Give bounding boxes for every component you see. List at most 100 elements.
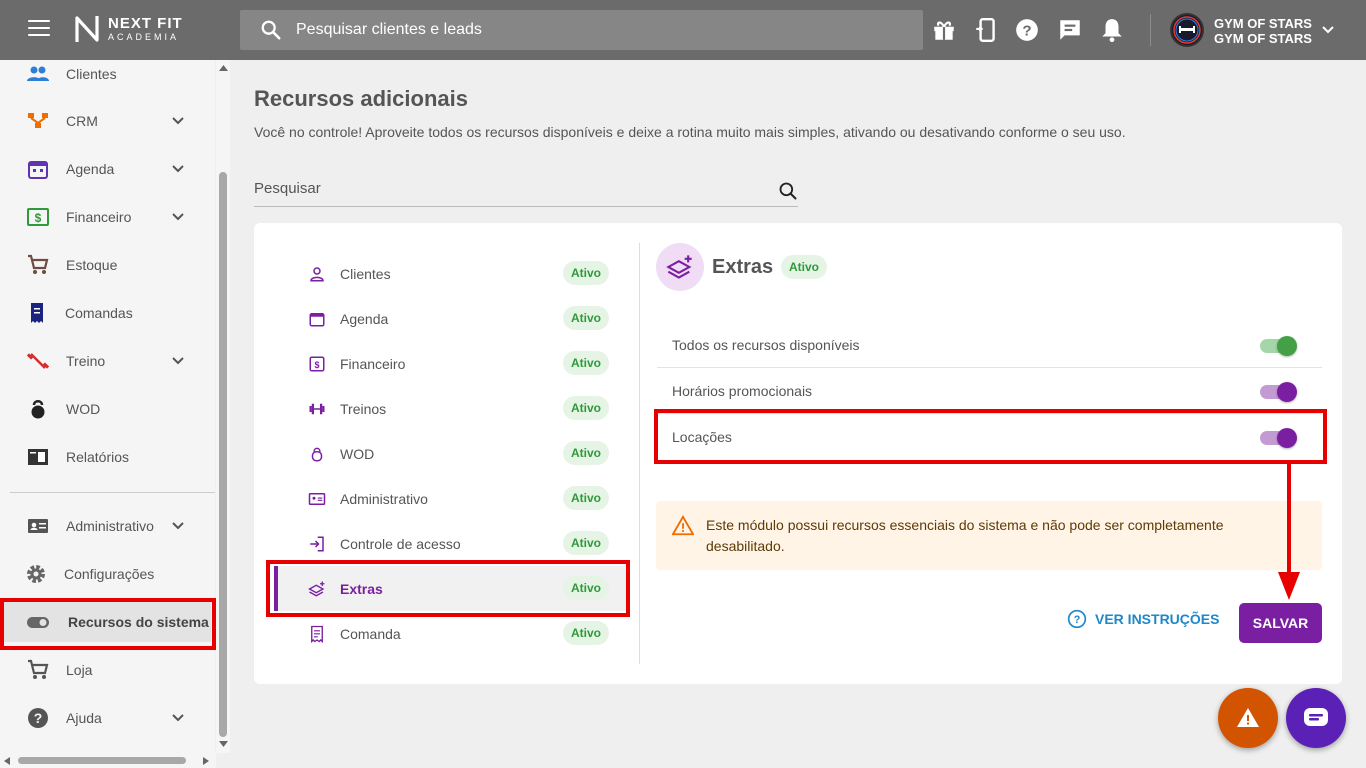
chevron-down-icon[interactable] bbox=[1320, 22, 1336, 38]
search-icon[interactable] bbox=[778, 181, 798, 201]
sidebar-item-administrativo[interactable]: Administrativo bbox=[0, 506, 215, 546]
chat-icon[interactable] bbox=[1057, 17, 1083, 43]
warning-icon bbox=[1237, 708, 1259, 727]
sidebar-item-agenda[interactable]: Agenda bbox=[0, 149, 215, 189]
chevron-down-icon[interactable] bbox=[170, 113, 186, 129]
sidebar-item-relatorios[interactable]: Relatórios bbox=[0, 437, 215, 477]
module-item-wod[interactable]: WOD Ativo bbox=[274, 431, 626, 476]
chevron-down-icon[interactable] bbox=[170, 353, 186, 369]
module-item-agenda[interactable]: Agenda Ativo bbox=[274, 296, 626, 341]
module-item-controle-de-acesso[interactable]: Controle de acesso Ativo bbox=[274, 521, 626, 566]
view-instructions-button[interactable]: ? VER INSTRUÇÕES bbox=[1067, 609, 1219, 629]
sidebar-item-financeiro[interactable]: $ Financeiro bbox=[0, 197, 215, 237]
sidebar: Clientes CRM Agenda $ Financeiro Estoque… bbox=[0, 60, 215, 768]
receipt-icon bbox=[311, 625, 323, 643]
sidebar-item-label: Configurações bbox=[64, 566, 155, 582]
scrollbar-thumb[interactable] bbox=[18, 757, 186, 764]
status-badge: Ativo bbox=[563, 306, 609, 330]
sidebar-vertical-scrollbar[interactable] bbox=[216, 60, 230, 753]
global-search[interactable] bbox=[240, 10, 923, 50]
sidebar-item-label: Financeiro bbox=[66, 209, 132, 225]
sidebar-item-crm[interactable]: CRM bbox=[0, 101, 215, 141]
sidebar-item-estoque[interactable]: Estoque bbox=[0, 245, 215, 285]
svg-text:?: ? bbox=[1022, 22, 1031, 39]
chevron-down-icon[interactable] bbox=[170, 710, 186, 726]
module-label: Financeiro bbox=[340, 355, 406, 372]
sidebar-item-recursos-do-sistema[interactable]: Recursos do sistema bbox=[4, 602, 211, 642]
gift-icon[interactable] bbox=[931, 17, 957, 43]
feature-label: Horários promocionais bbox=[672, 383, 813, 399]
sidebar-item-configuracoes[interactable]: Configurações bbox=[0, 554, 215, 594]
sidebar-item-label: WOD bbox=[66, 401, 101, 417]
scroll-up-icon[interactable] bbox=[219, 64, 228, 71]
feature-row-locacoes: Locações bbox=[657, 414, 1322, 460]
sidebar-item-wod[interactable]: WOD bbox=[0, 389, 215, 429]
gym-logo-icon bbox=[1173, 16, 1201, 44]
module-item-financeiro[interactable]: $ Financeiro Ativo bbox=[274, 341, 626, 386]
save-button[interactable]: SALVAR bbox=[1239, 603, 1322, 643]
gym-name-line2: GYM OF STARS bbox=[1214, 31, 1312, 46]
menu-icon[interactable] bbox=[28, 20, 50, 38]
status-badge: Ativo bbox=[563, 396, 609, 420]
module-item-treinos[interactable]: Treinos Ativo bbox=[274, 386, 626, 431]
module-label: Clientes bbox=[340, 265, 391, 282]
sidebar-item-label: Treino bbox=[66, 353, 106, 369]
sidebar-item-label: Loja bbox=[66, 662, 93, 678]
scroll-left-icon[interactable] bbox=[3, 757, 10, 765]
help-circle-icon: ? bbox=[28, 708, 48, 728]
feature-toggle[interactable] bbox=[1260, 335, 1297, 356]
scroll-down-icon[interactable] bbox=[219, 741, 228, 748]
help-circle-icon: ? bbox=[1067, 609, 1087, 629]
module-item-clientes[interactable]: Clientes Ativo bbox=[274, 251, 626, 296]
toggle-icon bbox=[27, 617, 49, 628]
status-badge: Ativo bbox=[781, 255, 827, 279]
money-icon: $ bbox=[309, 356, 325, 371]
alert-fab[interactable] bbox=[1218, 688, 1278, 748]
resource-search[interactable] bbox=[254, 176, 798, 207]
chevron-down-icon[interactable] bbox=[170, 209, 186, 225]
global-search-input[interactable] bbox=[296, 21, 896, 39]
status-badge: Ativo bbox=[563, 576, 609, 600]
chevron-down-icon[interactable] bbox=[170, 161, 186, 177]
sidebar-item-label: Estoque bbox=[66, 257, 118, 273]
logo[interactable]: NEXT FIT ACADEMIA bbox=[74, 14, 183, 44]
module-item-extras[interactable]: Extras Ativo bbox=[274, 566, 626, 611]
scrollbar-thumb[interactable] bbox=[219, 172, 227, 737]
feature-toggle[interactable] bbox=[1260, 381, 1297, 402]
person-icon bbox=[310, 266, 324, 281]
users-icon bbox=[27, 66, 49, 81]
resource-search-input[interactable] bbox=[254, 176, 754, 197]
status-badge: Ativo bbox=[563, 261, 609, 285]
chat-fab[interactable] bbox=[1286, 688, 1346, 748]
receipt-icon bbox=[31, 303, 43, 323]
warning-text: Este módulo possui recursos essenciais d… bbox=[706, 517, 1224, 554]
sidebar-item-label: Comandas bbox=[65, 305, 133, 321]
sidebar-item-label: Ajuda bbox=[66, 710, 102, 726]
module-item-comanda[interactable]: Comanda Ativo bbox=[274, 611, 626, 656]
sidebar-horizontal-scrollbar[interactable] bbox=[0, 753, 216, 768]
sidebar-item-comandas[interactable]: Comandas bbox=[0, 293, 215, 333]
help-icon[interactable]: ? bbox=[1014, 17, 1040, 43]
gym-name-line1: GYM OF STARS bbox=[1214, 16, 1312, 31]
top-bar: NEXT FIT ACADEMIA ? GYM OF STARS GYM OF … bbox=[0, 0, 1366, 60]
avatar[interactable] bbox=[1170, 13, 1204, 47]
svg-text:$: $ bbox=[314, 359, 319, 369]
feature-toggle[interactable] bbox=[1260, 427, 1297, 448]
resources-card: Clientes Ativo Agenda Ativo $ Financeiro… bbox=[254, 223, 1342, 684]
module-item-administrativo[interactable]: Administrativo Ativo bbox=[274, 476, 626, 521]
gym-name[interactable]: GYM OF STARS GYM OF STARS bbox=[1214, 16, 1312, 46]
feature-row-todos-recursos: Todos os recursos disponíveis bbox=[657, 322, 1322, 368]
panel-divider bbox=[639, 243, 640, 664]
sidebar-item-ajuda[interactable]: ? Ajuda bbox=[0, 698, 215, 738]
chevron-down-icon[interactable] bbox=[170, 518, 186, 534]
feature-row-horarios-promocionais: Horários promocionais bbox=[657, 368, 1322, 414]
scroll-right-icon[interactable] bbox=[203, 757, 210, 765]
mobile-app-icon[interactable] bbox=[973, 17, 999, 43]
module-label: Extras bbox=[340, 580, 383, 597]
sidebar-item-label: Administrativo bbox=[66, 518, 154, 534]
sidebar-item-treino[interactable]: Treino bbox=[0, 341, 215, 381]
module-label: Comanda bbox=[340, 625, 401, 642]
sidebar-item-loja[interactable]: Loja bbox=[0, 650, 215, 690]
sidebar-item-clientes[interactable]: Clientes bbox=[0, 54, 215, 94]
notifications-icon[interactable] bbox=[1099, 17, 1125, 43]
